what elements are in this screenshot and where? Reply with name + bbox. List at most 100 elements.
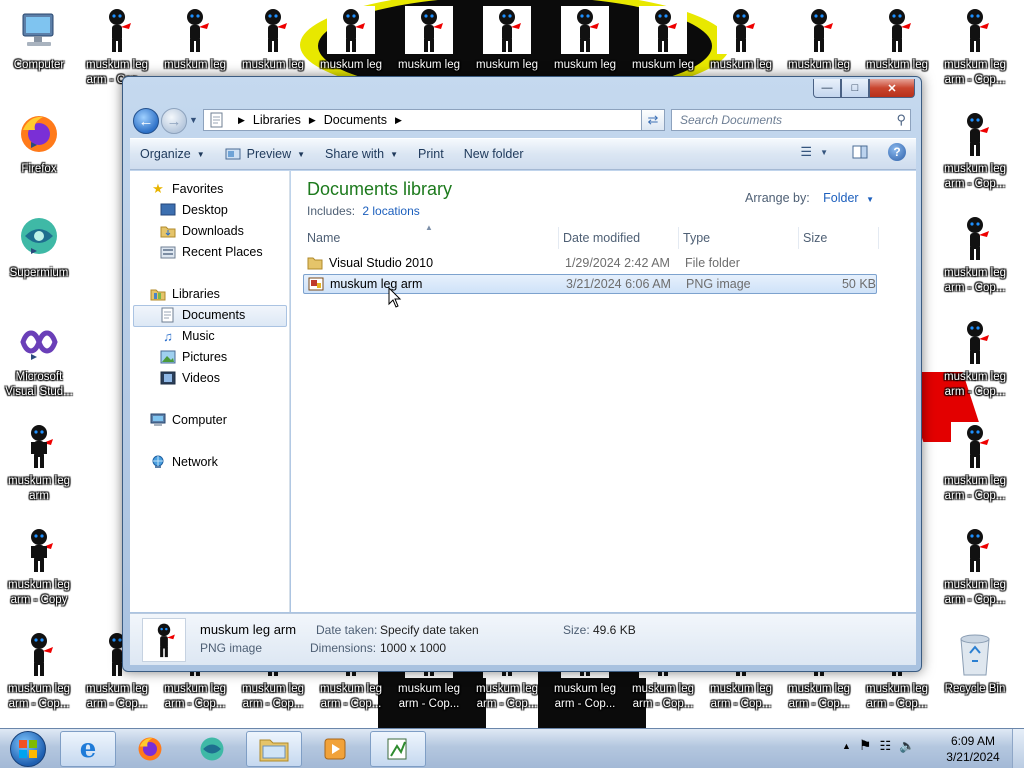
show-hidden-icons-icon[interactable]: ▲ bbox=[842, 741, 851, 751]
firefox-icon bbox=[138, 737, 162, 761]
nav-label: Videos bbox=[182, 371, 220, 385]
share-with-button[interactable]: Share with ▼ bbox=[315, 142, 408, 166]
nav-network[interactable]: Network bbox=[150, 452, 218, 472]
taskbar-firefox[interactable] bbox=[122, 731, 178, 767]
stickman-image-icon bbox=[951, 318, 999, 366]
stickman-image-icon bbox=[15, 422, 63, 470]
breadcrumb-libraries[interactable]: Libraries bbox=[253, 113, 301, 127]
column-header-date-modified[interactable]: Date modified bbox=[559, 227, 679, 249]
breadcrumb-documents[interactable]: Documents bbox=[324, 113, 387, 127]
stickman-image-icon bbox=[639, 6, 687, 54]
column-header-type[interactable]: Type bbox=[679, 227, 799, 249]
organize-button[interactable]: Organize ▼ bbox=[130, 142, 215, 166]
nav-videos[interactable]: Videos bbox=[160, 368, 220, 388]
preview-pane-icon[interactable] bbox=[852, 145, 868, 159]
maximize-button[interactable]: □ bbox=[841, 79, 869, 98]
desktop-icon-muskum-copy[interactable]: muskum leg arm - Cop... bbox=[936, 526, 1014, 626]
address-bar[interactable]: ▶ Libraries ▶ Documents ▶ ▼ bbox=[203, 109, 665, 131]
nav-favorites[interactable]: ★ Favorites bbox=[150, 179, 223, 199]
desktop-icon-muskum-copy[interactable]: muskum leg arm - Cop... bbox=[936, 318, 1014, 418]
desktop-icon-supermium[interactable]: Supermium bbox=[0, 214, 78, 314]
minimize-button[interactable]: — bbox=[813, 79, 841, 98]
navigation-pane: ★ Favorites Desktop Downloads Recent Plac… bbox=[130, 171, 290, 612]
desktop-icon-firefox[interactable]: Firefox bbox=[0, 110, 78, 210]
file-type: File folder bbox=[685, 256, 740, 270]
view-controls: ☰ ▼ ? bbox=[800, 143, 906, 161]
view-options-icon[interactable]: ☰ bbox=[800, 144, 812, 160]
column-header-size[interactable]: Size bbox=[799, 227, 879, 249]
chevron-down-icon[interactable]: ▼ bbox=[866, 195, 874, 204]
desktop-icon-label: muskum leg arm - Cop... bbox=[944, 371, 1006, 398]
recent-pages-dropdown[interactable]: ▼ bbox=[189, 115, 198, 125]
desktop-icon-muskum-copy[interactable]: muskum leg arm - Cop... bbox=[936, 110, 1014, 210]
desktop-icon-label: muskum leg bbox=[632, 59, 694, 71]
breadcrumb-separator-icon[interactable]: ▶ bbox=[238, 115, 245, 126]
desktop-icon-muskum-copy[interactable]: muskum leg arm - Cop... bbox=[936, 6, 1014, 106]
refresh-button[interactable]: ⇄ bbox=[641, 109, 665, 131]
taskbar: e ▲ ⚑ ☷ 🔈 6:09 AM 3/21/2024 bbox=[0, 728, 1024, 768]
desktop-icon-muskum-copy[interactable]: muskum leg arm - Copy bbox=[0, 526, 78, 626]
file-size: 50 KB bbox=[841, 277, 876, 291]
forward-button[interactable]: → bbox=[161, 108, 187, 134]
chevron-down-icon[interactable]: ▼ bbox=[820, 148, 828, 157]
desktop-icon-muskum[interactable]: muskum leg arm bbox=[0, 422, 78, 522]
print-button[interactable]: Print bbox=[408, 142, 454, 166]
stickman-image-icon bbox=[93, 6, 141, 54]
desktop-icon-muskum-copy[interactable]: muskum leg arm - Cop... bbox=[936, 422, 1014, 522]
desktop-icon-label: muskum leg bbox=[398, 59, 460, 71]
breadcrumb-separator-icon[interactable]: ▶ bbox=[395, 115, 402, 126]
nav-libraries[interactable]: Libraries bbox=[150, 284, 220, 304]
taskbar-paint[interactable] bbox=[370, 731, 426, 767]
arrange-by-dropdown[interactable]: Folder bbox=[823, 191, 858, 205]
preview-button[interactable]: Preview ▼ bbox=[215, 142, 315, 166]
file-row[interactable]: Visual Studio 2010 1/29/2024 2:42 AM Fil… bbox=[303, 253, 877, 273]
desktop-icon-muskum-copy[interactable]: muskum leg arm - Cop... bbox=[936, 214, 1014, 314]
desktop-icon-label: muskum leg bbox=[866, 59, 928, 71]
start-button[interactable] bbox=[4, 730, 52, 768]
locations-link[interactable]: 2 locations bbox=[362, 204, 419, 218]
nav-music[interactable]: ♫ Music bbox=[160, 326, 215, 346]
desktop-icon bbox=[160, 202, 176, 218]
new-folder-button[interactable]: New folder bbox=[454, 142, 534, 166]
nav-computer[interactable]: Computer bbox=[150, 410, 227, 430]
back-button[interactable]: ← bbox=[133, 108, 159, 134]
network-icon bbox=[150, 454, 166, 470]
search-icon[interactable]: ⚲ bbox=[896, 112, 906, 128]
network-status-icon[interactable]: ☷ bbox=[879, 738, 891, 754]
stickman-image-icon bbox=[15, 526, 63, 574]
show-desktop-button[interactable] bbox=[1012, 729, 1024, 768]
print-label: Print bbox=[418, 147, 444, 161]
file-name: muskum leg arm bbox=[330, 277, 423, 291]
volume-muted-icon[interactable]: 🔈 bbox=[899, 738, 915, 754]
nav-recent-places[interactable]: Recent Places bbox=[160, 242, 263, 262]
desktop-icon-recycle-bin[interactable]: Recycle Bin bbox=[936, 630, 1014, 728]
computer-icon bbox=[15, 6, 63, 54]
windows-logo-icon bbox=[10, 731, 46, 767]
stickman-image-icon bbox=[15, 630, 63, 678]
taskbar-media-player[interactable] bbox=[308, 731, 364, 767]
desktop-icon-computer[interactable]: Computer bbox=[0, 6, 78, 106]
mouse-cursor-icon bbox=[388, 287, 402, 308]
desktop-icon-visual-studio[interactable]: Microsoft Visual Stud... bbox=[0, 318, 78, 418]
desktop-icon-label: muskum leg arm - Cop... bbox=[476, 683, 538, 710]
close-button[interactable]: ✕ bbox=[869, 79, 915, 98]
taskbar-supermium[interactable] bbox=[184, 731, 240, 767]
help-icon[interactable]: ? bbox=[888, 143, 906, 161]
date-taken-value[interactable]: Specify date taken bbox=[380, 623, 479, 637]
taskbar-windows-explorer[interactable] bbox=[246, 731, 302, 767]
search-placeholder: Search Documents bbox=[680, 113, 783, 127]
nav-desktop[interactable]: Desktop bbox=[160, 200, 228, 220]
media-player-icon bbox=[324, 738, 346, 760]
nav-downloads[interactable]: Downloads bbox=[160, 221, 244, 241]
clock[interactable]: 6:09 AM 3/21/2024 bbox=[940, 733, 1006, 765]
stickman-image-icon bbox=[951, 526, 999, 574]
nav-pictures[interactable]: Pictures bbox=[160, 347, 227, 367]
taskbar-internet-explorer[interactable]: e bbox=[60, 731, 116, 767]
desktop-icon-label: muskum leg arm - Cop... bbox=[788, 683, 850, 710]
nav-documents[interactable]: Documents bbox=[160, 305, 245, 325]
search-input[interactable]: Search Documents ⚲ bbox=[671, 109, 911, 131]
desktop-icon-muskum-copy[interactable]: muskum leg arm - Cop... bbox=[0, 630, 78, 728]
file-thumbnail bbox=[142, 618, 186, 662]
breadcrumb-separator-icon[interactable]: ▶ bbox=[309, 115, 316, 126]
action-center-flag-icon[interactable]: ⚑ bbox=[859, 737, 872, 754]
